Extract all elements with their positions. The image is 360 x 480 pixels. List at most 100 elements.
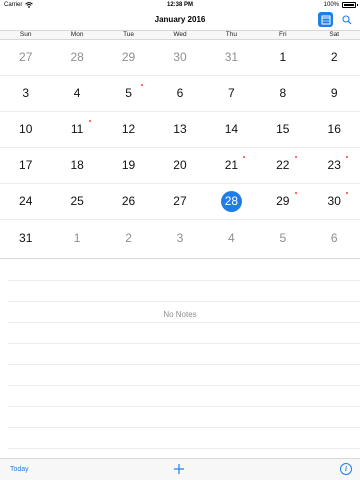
day-cell[interactable]: 5 (257, 220, 308, 256)
calendar-view-button[interactable] (318, 12, 333, 27)
day-cell[interactable]: 25 (51, 184, 102, 219)
selected-day-number: 28 (220, 191, 242, 212)
day-number: 30 (327, 194, 341, 208)
day-number: 6 (176, 86, 184, 100)
month-title: January 2016 (154, 15, 206, 24)
notes-list: No Notes (0, 258, 360, 456)
note-indicator-dot (243, 156, 246, 158)
note-row-divider (8, 406, 360, 407)
nav-bar: January 2016 (0, 10, 360, 30)
day-cell[interactable]: 21 (206, 148, 257, 183)
info-button[interactable]: i (340, 463, 352, 475)
battery-icon (342, 2, 358, 8)
day-cell[interactable]: 10 (0, 112, 51, 147)
day-number: 26 (121, 194, 136, 208)
day-number: 16 (327, 122, 341, 136)
day-cell[interactable]: 26 (103, 184, 154, 219)
add-note-button[interactable] (173, 463, 185, 475)
day-number: 29 (121, 50, 136, 64)
weekday-tue: Tue (123, 31, 135, 38)
day-cell[interactable]: 29 (257, 184, 308, 219)
day-cell[interactable]: 5 (103, 76, 154, 111)
day-number: 4 (73, 86, 81, 100)
day-cell[interactable]: 17 (0, 148, 51, 183)
day-number: 12 (121, 122, 136, 136)
day-number: 18 (70, 158, 84, 172)
day-cell[interactable]: 22 (257, 148, 308, 183)
day-cell[interactable]: 11 (51, 112, 102, 147)
day-number: 31 (224, 50, 239, 64)
weekday-sat: Sat (329, 31, 340, 38)
today-button[interactable]: Today (10, 465, 29, 475)
day-number: 14 (224, 122, 239, 136)
day-cell[interactable]: 3 (154, 220, 205, 256)
day-cell[interactable]: 12 (103, 112, 154, 147)
week-row: 24 25 26 27 28 29 30 (0, 184, 360, 220)
day-cell[interactable]: 1 (51, 220, 102, 256)
day-cell[interactable]: 1 (257, 40, 308, 75)
note-row-divider (8, 343, 360, 344)
day-cell[interactable]: 27 (154, 184, 205, 219)
day-cell[interactable]: 2 (309, 40, 360, 75)
day-number: 27 (173, 194, 187, 208)
day-number: 6 (330, 230, 338, 245)
day-number: 30 (173, 50, 187, 64)
day-cell[interactable]: 2 (103, 220, 154, 256)
weekday-header: Sun Mon Tue Wed Thu Fri Sat (0, 30, 360, 40)
day-cell[interactable]: 30 (154, 40, 205, 75)
day-cell[interactable]: 31 (206, 40, 257, 75)
day-number: 20 (173, 158, 187, 172)
day-cell[interactable]: 6 (309, 220, 360, 256)
note-indicator-dot (294, 156, 297, 158)
day-cell[interactable]: 16 (309, 112, 360, 147)
search-button[interactable] (339, 12, 354, 27)
day-number: 28 (70, 50, 84, 64)
day-number: 2 (330, 50, 338, 64)
day-cell[interactable]: 28 (206, 184, 257, 219)
day-number: 13 (173, 122, 187, 136)
day-cell[interactable]: 4 (206, 220, 257, 256)
note-row-divider (8, 385, 360, 386)
week-row: 3 4 5 6 7 8 9 (0, 76, 360, 112)
day-cell[interactable]: 24 (0, 184, 51, 219)
day-cell[interactable]: 20 (154, 148, 205, 183)
day-cell[interactable]: 13 (154, 112, 205, 147)
day-cell[interactable]: 7 (206, 76, 257, 111)
calendar-grid-icon (321, 15, 330, 24)
calendar-grid: 27 28 29 30 31 1 2 3 4 5 6 7 8 9 10 11 12 13 14 15 16 17 18 19 2… (0, 40, 360, 256)
day-cell[interactable]: 31 (0, 220, 51, 256)
note-row-divider (8, 322, 360, 323)
weekday-wed: Wed (173, 31, 187, 38)
weekday-sun: Sun (19, 31, 32, 38)
bottom-toolbar: Today i (0, 458, 360, 480)
day-number: 11 (70, 122, 84, 136)
day-number: 27 (19, 50, 33, 64)
note-indicator-dot (346, 192, 349, 194)
day-cell[interactable]: 14 (206, 112, 257, 147)
day-number: 25 (70, 194, 84, 208)
day-cell[interactable]: 6 (154, 76, 205, 111)
day-number: 3 (22, 86, 30, 100)
day-cell[interactable]: 29 (103, 40, 154, 75)
day-cell[interactable]: 18 (51, 148, 102, 183)
week-row: 31 1 2 3 4 5 6 (0, 220, 360, 256)
note-indicator-dot (346, 156, 349, 158)
day-cell[interactable]: 27 (0, 40, 51, 75)
day-cell[interactable]: 23 (309, 148, 360, 183)
week-row: 10 11 12 13 14 15 16 (0, 112, 360, 148)
day-number: 1 (279, 50, 287, 64)
day-number: 9 (330, 86, 338, 100)
note-row-divider (8, 448, 360, 449)
week-row: 27 28 29 30 31 1 2 (0, 40, 360, 76)
day-number: 15 (276, 122, 290, 136)
day-number: 8 (279, 86, 287, 100)
day-cell[interactable]: 8 (257, 76, 308, 111)
day-number: 23 (327, 158, 341, 172)
day-cell[interactable]: 19 (103, 148, 154, 183)
day-cell[interactable]: 4 (51, 76, 102, 111)
day-cell[interactable]: 9 (309, 76, 360, 111)
day-cell[interactable]: 3 (0, 76, 51, 111)
day-cell[interactable]: 15 (257, 112, 308, 147)
day-cell[interactable]: 28 (51, 40, 102, 75)
day-cell[interactable]: 30 (309, 184, 360, 219)
